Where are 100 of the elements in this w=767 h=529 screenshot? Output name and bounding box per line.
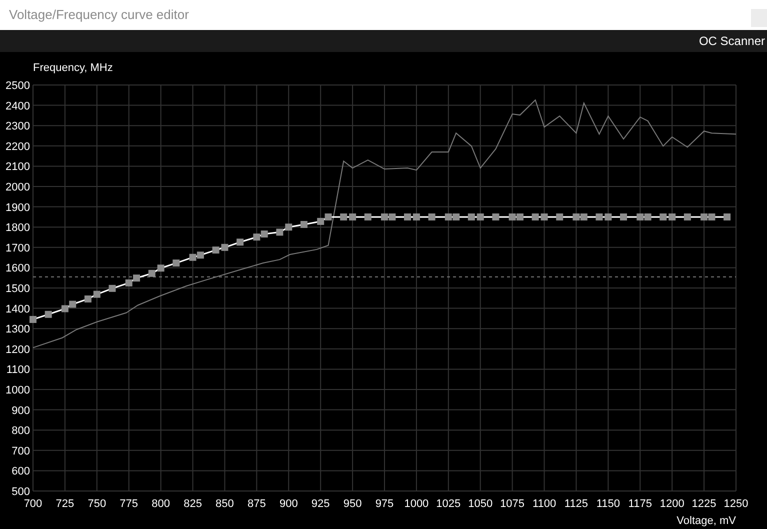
y-axis-label: 2000: [6, 182, 30, 194]
curve-point[interactable]: [300, 220, 308, 228]
curve-point[interactable]: [444, 213, 452, 220]
x-axis-label: 1100: [532, 498, 556, 510]
curve-point[interactable]: [44, 310, 52, 318]
curve-point[interactable]: [532, 213, 539, 220]
curve-point[interactable]: [540, 213, 548, 220]
curve-point[interactable]: [596, 213, 603, 220]
y-axis-label: 2100: [6, 161, 30, 174]
curve-point[interactable]: [468, 213, 475, 220]
x-axis-label: 750: [88, 498, 106, 510]
x-axis-label: 975: [375, 498, 394, 510]
oc-scanner-button[interactable]: OC Scanner: [698, 32, 767, 50]
x-axis-label: 875: [248, 498, 266, 510]
curve-point[interactable]: [172, 260, 180, 267]
y-axis-label: 1800: [6, 222, 30, 234]
curve-point[interactable]: [125, 279, 132, 286]
x-axis-label: 1200: [660, 498, 684, 510]
y-axis-label: 500: [12, 486, 30, 498]
window-title: Voltage/Frequency curve editor: [9, 6, 189, 24]
curve-point[interactable]: [556, 213, 564, 220]
curve-point[interactable]: [668, 213, 676, 220]
x-axis-label: 1025: [436, 498, 461, 510]
curve-point[interactable]: [236, 238, 244, 246]
y-axis-title: Frequency, MHz: [33, 62, 113, 74]
x-axis-label: 1000: [404, 498, 429, 510]
curve-point[interactable]: [189, 254, 196, 261]
x-axis-label: 1050: [468, 498, 493, 510]
curve-point[interactable]: [404, 213, 411, 220]
curve-point[interactable]: [317, 218, 324, 225]
curve-point[interactable]: [260, 230, 268, 238]
y-axis-label: 1500: [6, 283, 30, 295]
y-axis-label: 2200: [6, 140, 30, 153]
x-axis-label: 900: [279, 498, 298, 510]
y-axis-label: 1300: [6, 324, 30, 336]
curve-point[interactable]: [324, 213, 332, 220]
curve-point[interactable]: [452, 213, 460, 220]
curve-point[interactable]: [492, 213, 500, 220]
curve-point[interactable]: [253, 234, 260, 241]
curve-point[interactable]: [412, 213, 420, 220]
curve-point[interactable]: [221, 244, 228, 251]
y-axis-label: 1400: [6, 303, 30, 316]
curve-point[interactable]: [84, 295, 92, 302]
curve-point[interactable]: [572, 213, 580, 220]
x-axis-label: 950: [343, 498, 362, 510]
curve-point[interactable]: [93, 290, 100, 298]
curve-point[interactable]: [724, 213, 731, 220]
curve-point[interactable]: [644, 213, 652, 220]
curve-point[interactable]: [708, 213, 716, 220]
curve-point[interactable]: [388, 213, 396, 220]
curve-point[interactable]: [69, 300, 76, 308]
curve-point[interactable]: [196, 252, 204, 259]
curve-point[interactable]: [604, 213, 612, 220]
curve-point[interactable]: [636, 213, 644, 220]
x-axis-label: 1075: [500, 498, 525, 510]
curve-point[interactable]: [381, 213, 388, 220]
y-axis-label: 1000: [6, 384, 30, 396]
y-axis-label: 600: [12, 466, 30, 478]
curve-point[interactable]: [428, 213, 436, 220]
curve-point[interactable]: [508, 213, 516, 220]
x-axis-label: 925: [311, 498, 330, 510]
x-axis-title: Voltage, mV: [676, 515, 736, 527]
curve-point[interactable]: [133, 274, 140, 282]
curve-point[interactable]: [61, 305, 68, 312]
curve-point[interactable]: [364, 213, 372, 220]
curve-point[interactable]: [580, 213, 588, 220]
x-axis-label: 775: [120, 498, 138, 510]
curve-point[interactable]: [684, 213, 691, 220]
x-axis-label: 850: [216, 498, 234, 510]
y-axis-label: 2400: [6, 100, 30, 112]
curve-point[interactable]: [148, 270, 156, 277]
curve-point[interactable]: [108, 284, 116, 292]
x-axis-label: 1250: [724, 498, 748, 510]
y-axis-label: 2300: [6, 120, 30, 133]
curve-point[interactable]: [157, 264, 164, 272]
curve-point[interactable]: [516, 213, 524, 220]
x-axis-label: 1175: [628, 498, 652, 510]
y-axis-label: 1100: [6, 364, 30, 376]
y-axis-label: 800: [12, 425, 30, 438]
curve-point[interactable]: [285, 224, 292, 231]
curve-point[interactable]: [660, 213, 667, 220]
curve-point[interactable]: [700, 213, 708, 220]
x-axis-label: 725: [56, 498, 74, 510]
x-axis-label: 1150: [596, 498, 620, 510]
curve-point[interactable]: [30, 316, 36, 323]
y-axis-label: 1700: [6, 242, 30, 254]
curve-point[interactable]: [349, 213, 356, 220]
x-axis-label: 700: [24, 498, 42, 510]
curve-point[interactable]: [276, 228, 284, 236]
y-axis-label: 900: [12, 404, 30, 417]
y-axis-label: 2500: [6, 80, 30, 92]
y-axis-label: 1600: [6, 262, 30, 275]
curve-point[interactable]: [620, 213, 628, 220]
curve-point[interactable]: [476, 213, 484, 220]
curve-point[interactable]: [212, 246, 220, 254]
x-axis-label: 1125: [564, 498, 588, 510]
x-axis-label: 1225: [692, 498, 716, 510]
y-axis-label: 700: [12, 445, 30, 458]
y-axis-label: 1900: [6, 202, 30, 214]
curve-point[interactable]: [340, 213, 348, 220]
